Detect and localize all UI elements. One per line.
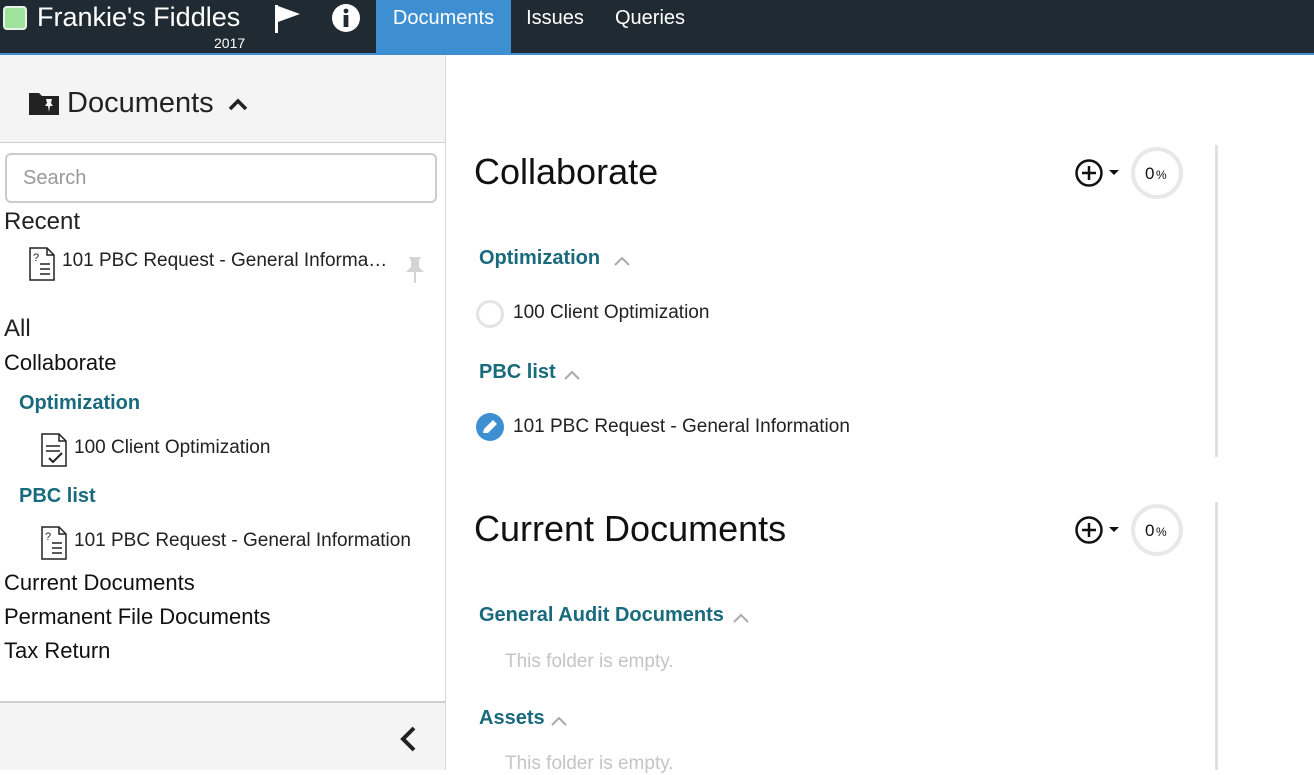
sidebar-item-tax-return[interactable]: Tax Return [4, 638, 110, 664]
doc-question-icon: ? [41, 526, 67, 560]
section-divider [1215, 502, 1218, 770]
recent-heading: Recent [4, 208, 81, 235]
empty-folder-message: This folder is empty. [505, 753, 674, 774]
section-title-collaborate: Collaborate [474, 151, 659, 192]
section-progress-current-documents: 0 % [1130, 503, 1184, 557]
tab-queries[interactable]: Queries [599, 0, 701, 53]
progress-unit: % [1156, 168, 1167, 182]
svg-text:?: ? [33, 252, 39, 264]
not-started-status-icon[interactable] [475, 299, 505, 329]
sidebar-group-pbc-list[interactable]: PBC list [19, 485, 96, 508]
chevron-up-icon[interactable] [732, 612, 750, 624]
add-dropdown-icon[interactable] [1074, 158, 1122, 188]
group-optimization[interactable]: Optimization [479, 247, 600, 270]
doc-question-icon: ? [29, 247, 55, 281]
group-pbc-list[interactable]: PBC list [479, 361, 556, 384]
doc-101-pbc-request[interactable]: 101 PBC Request - General Information [513, 416, 850, 438]
search-input[interactable] [5, 153, 437, 203]
chevron-left-icon[interactable] [397, 725, 421, 753]
sidebar-item-permanent-file-documents[interactable]: Permanent File Documents [4, 604, 271, 630]
info-icon[interactable] [331, 3, 361, 33]
section-title-current-documents: Current Documents [474, 508, 787, 549]
sidebar-doc-100-client-optimization[interactable]: 100 Client Optimization [74, 437, 270, 459]
progress-value: 0 [1145, 164, 1155, 183]
all-heading: All [4, 315, 31, 342]
engagement-year: 2017 [214, 35, 246, 51]
pin-icon[interactable] [403, 255, 427, 285]
client-name[interactable]: Frankie's Fiddles [37, 2, 240, 33]
sidebar-item-current-documents[interactable]: Current Documents [4, 570, 195, 596]
sidebar-doc-101-pbc-request[interactable]: 101 PBC Request - General Information [74, 530, 411, 552]
add-dropdown-icon[interactable] [1074, 515, 1122, 545]
edit-status-icon[interactable] [475, 412, 505, 442]
chevron-up-icon[interactable] [228, 97, 248, 111]
doc-check-icon [41, 433, 67, 467]
doc-100-client-optimization[interactable]: 100 Client Optimization [513, 302, 709, 324]
group-general-audit-documents[interactable]: General Audit Documents [479, 604, 724, 627]
documents-main: Collaborate 0 % Optimization 100 Client … [446, 55, 1314, 774]
progress-unit: % [1156, 525, 1167, 539]
progress-value: 0 [1145, 521, 1155, 540]
section-divider [1215, 145, 1218, 457]
tab-documents[interactable]: Documents [376, 0, 511, 53]
top-navigation-bar: Frankie's Fiddles 2017 Documents Issues … [0, 0, 1314, 55]
chevron-up-icon[interactable] [550, 715, 568, 727]
client-status-indicator [3, 6, 27, 30]
sidebar-group-optimization[interactable]: Optimization [19, 392, 140, 415]
group-assets[interactable]: Assets [479, 707, 545, 730]
folder-pin-icon [29, 93, 59, 115]
section-progress-collaborate: 0 % [1130, 146, 1184, 200]
tab-issues[interactable]: Issues [513, 0, 597, 53]
documents-sidebar: Documents Recent ? 101 PBC Request - Gen… [0, 55, 446, 770]
svg-text:?: ? [45, 531, 51, 543]
chevron-up-icon[interactable] [563, 369, 581, 381]
flag-icon[interactable] [272, 3, 304, 35]
sidebar-item-collaborate[interactable]: Collaborate [4, 350, 117, 376]
sidebar-header[interactable]: Documents [0, 55, 445, 143]
chevron-up-icon[interactable] [613, 255, 631, 267]
sidebar-footer [0, 701, 445, 770]
recent-item-label[interactable]: 101 PBC Request - General Informa… [62, 250, 387, 272]
sidebar-title: Documents [67, 87, 214, 119]
empty-folder-message: This folder is empty. [505, 651, 674, 672]
